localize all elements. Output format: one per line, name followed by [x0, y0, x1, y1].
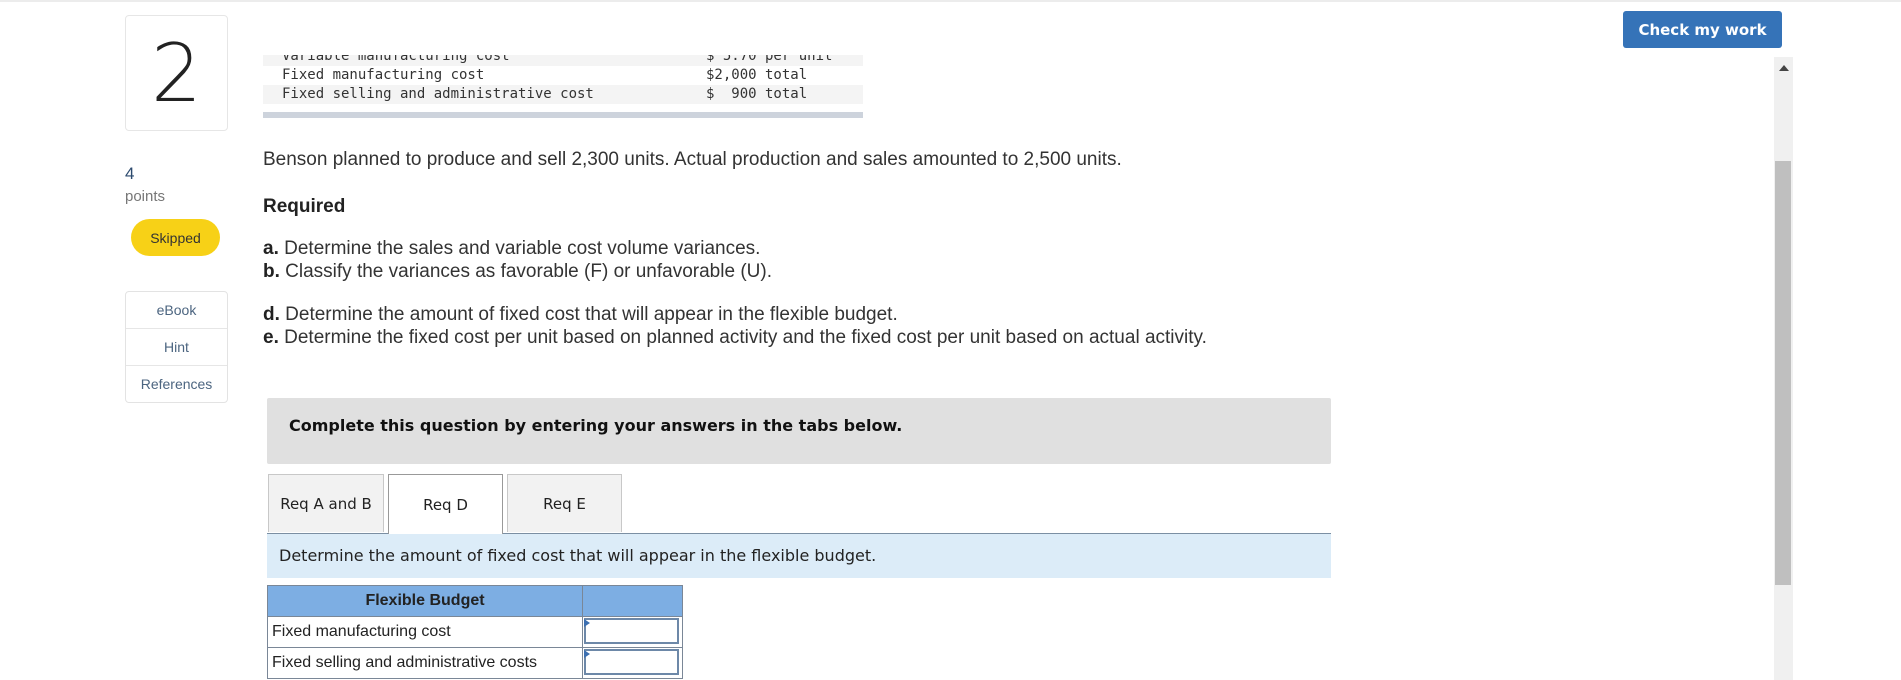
row-label: Fixed selling and administrative costs [267, 647, 583, 679]
requirement-text: Classify the variances as favorable (F) … [279, 261, 772, 282]
cost-row: Variable manufacturing cost $ 5.70 per u… [263, 55, 863, 66]
answer-cell [582, 647, 683, 679]
requirement-text: Determine the fixed cost per unit based … [278, 327, 1207, 348]
references-link[interactable]: References [126, 365, 227, 402]
input-marker-icon [584, 619, 590, 627]
answer-cell [582, 616, 683, 648]
points-value: 4 [125, 164, 135, 183]
requirement-letter: e. [263, 327, 279, 348]
instruction-box: Complete this question by entering your … [267, 398, 1331, 464]
question-number: 2 [125, 15, 228, 131]
table-row: Fixed manufacturing cost [267, 616, 683, 648]
table-row: Fixed selling and administrative costs [267, 647, 683, 679]
scroll-up-arrow-icon[interactable] [1779, 65, 1789, 71]
cost-value: $2,000 total [706, 67, 808, 83]
top-divider [0, 0, 1901, 2]
active-tab-prompt: Determine the amount of fixed cost that … [267, 533, 1331, 578]
status-badge-skipped[interactable]: Skipped [131, 219, 220, 256]
scrollbar[interactable] [1774, 57, 1793, 680]
requirement-e: e. Determine the fixed cost per unit bas… [263, 327, 1207, 349]
input-marker-icon [584, 650, 590, 658]
flexible-budget-table: Flexible Budget Fixed manufacturing cost… [267, 585, 683, 679]
cost-row: Fixed manufacturing cost $2,000 total [263, 66, 863, 85]
cost-value: $ 900 total [706, 86, 808, 102]
cost-data-table: Variable manufacturing cost $ 5.70 per u… [263, 55, 863, 118]
tab-req-e[interactable]: Req E [507, 474, 622, 532]
table-header-row: Flexible Budget [267, 585, 683, 617]
intro-text: Benson planned to produce and sell 2,300… [263, 149, 1122, 170]
cost-value: $ 5.70 per unit [706, 55, 833, 64]
hint-link[interactable]: Hint [126, 328, 227, 365]
requirement-letter: d. [263, 304, 280, 325]
requirement-a: a. Determine the sales and variable cost… [263, 238, 760, 260]
scrollbar-thumb[interactable] [1775, 161, 1791, 585]
tab-req-d[interactable]: Req D [388, 474, 503, 534]
fixed-selling-admin-cost-input[interactable] [584, 649, 679, 675]
ebook-link[interactable]: eBook [126, 292, 227, 328]
row-label: Fixed manufacturing cost [267, 616, 583, 648]
cost-label: Fixed manufacturing cost [282, 67, 485, 83]
table-bottom-bar [263, 112, 863, 118]
value-header [582, 585, 683, 617]
flexible-budget-header: Flexible Budget [267, 585, 583, 617]
required-heading: Required [263, 196, 346, 217]
requirement-text: Determine the amount of fixed cost that … [279, 304, 898, 325]
requirement-b: b. Classify the variances as favorable (… [263, 261, 772, 283]
resources-panel: eBook Hint References [125, 291, 228, 403]
cost-label: Fixed selling and administrative cost [282, 86, 594, 102]
fixed-manufacturing-cost-input[interactable] [584, 618, 679, 644]
points-label: points [125, 188, 166, 205]
requirement-d: d. Determine the amount of fixed cost th… [263, 304, 898, 326]
cost-label: Variable manufacturing cost [282, 55, 510, 64]
requirement-text: Determine the sales and variable cost vo… [278, 238, 761, 259]
cost-row: Fixed selling and administrative cost $ … [263, 85, 863, 104]
tab-req-a-and-b[interactable]: Req A and B [268, 474, 384, 532]
requirement-letter: a. [263, 238, 279, 259]
check-my-work-button[interactable]: Check my work [1623, 11, 1782, 48]
requirement-letter: b. [263, 261, 280, 282]
